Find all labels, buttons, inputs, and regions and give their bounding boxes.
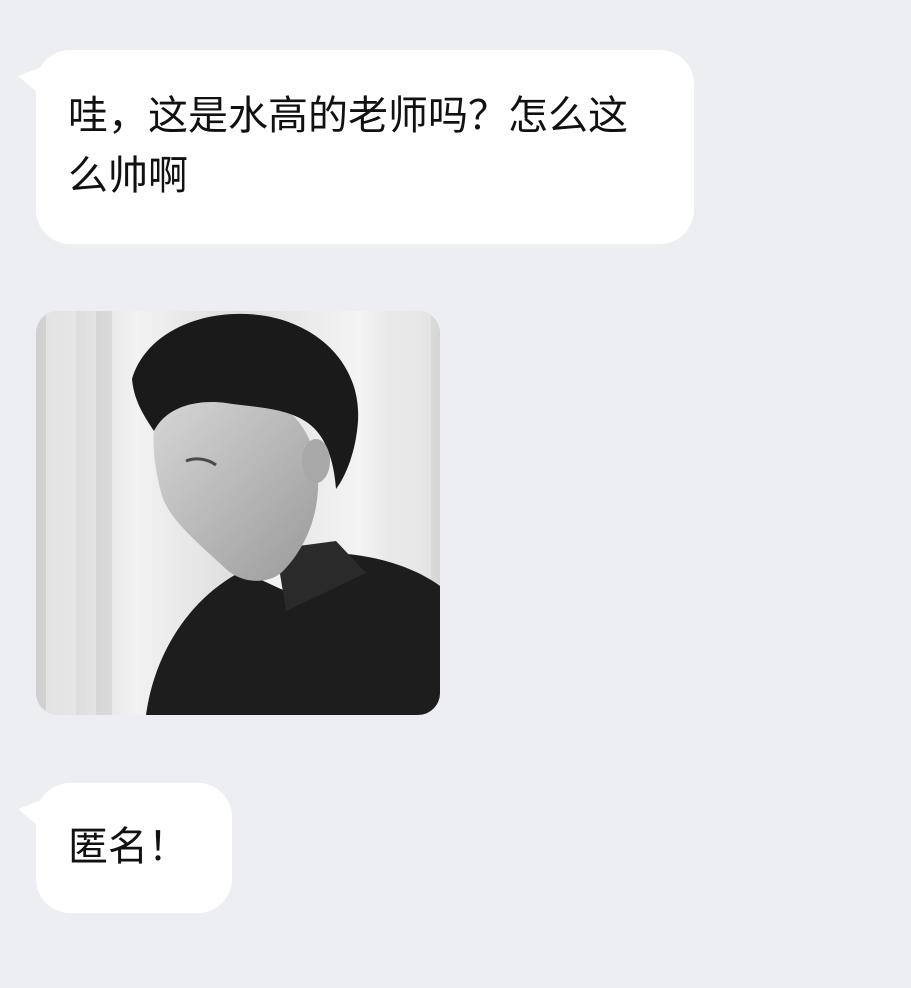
message-text: 匿名！	[68, 824, 188, 870]
received-message-bubble[interactable]: 哇，这是水高的老师吗？怎么这么帅啊	[18, 50, 694, 244]
bubble-tail	[18, 799, 44, 831]
portrait-photo-icon	[36, 311, 440, 715]
received-message-bubble[interactable]: 匿名！	[18, 783, 232, 913]
bubble-tail	[18, 66, 44, 98]
chat-conversation: 哇，这是水高的老师吗？怎么这么帅啊 匿名！	[0, 0, 911, 988]
received-image-message[interactable]	[36, 311, 440, 715]
message-text: 哇，这是水高的老师吗？怎么这么帅啊	[68, 93, 628, 199]
